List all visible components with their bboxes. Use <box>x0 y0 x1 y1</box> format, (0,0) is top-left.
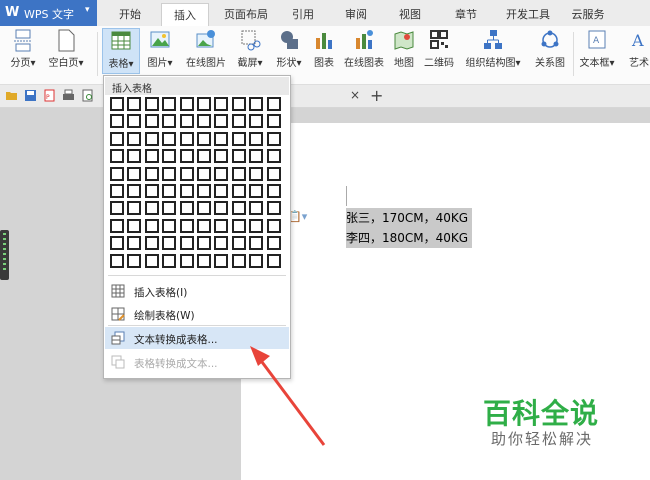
watermark-subtitle: 助你轻松解决 <box>491 430 594 448</box>
watermark-title: 百科全说 <box>483 397 600 430</box>
